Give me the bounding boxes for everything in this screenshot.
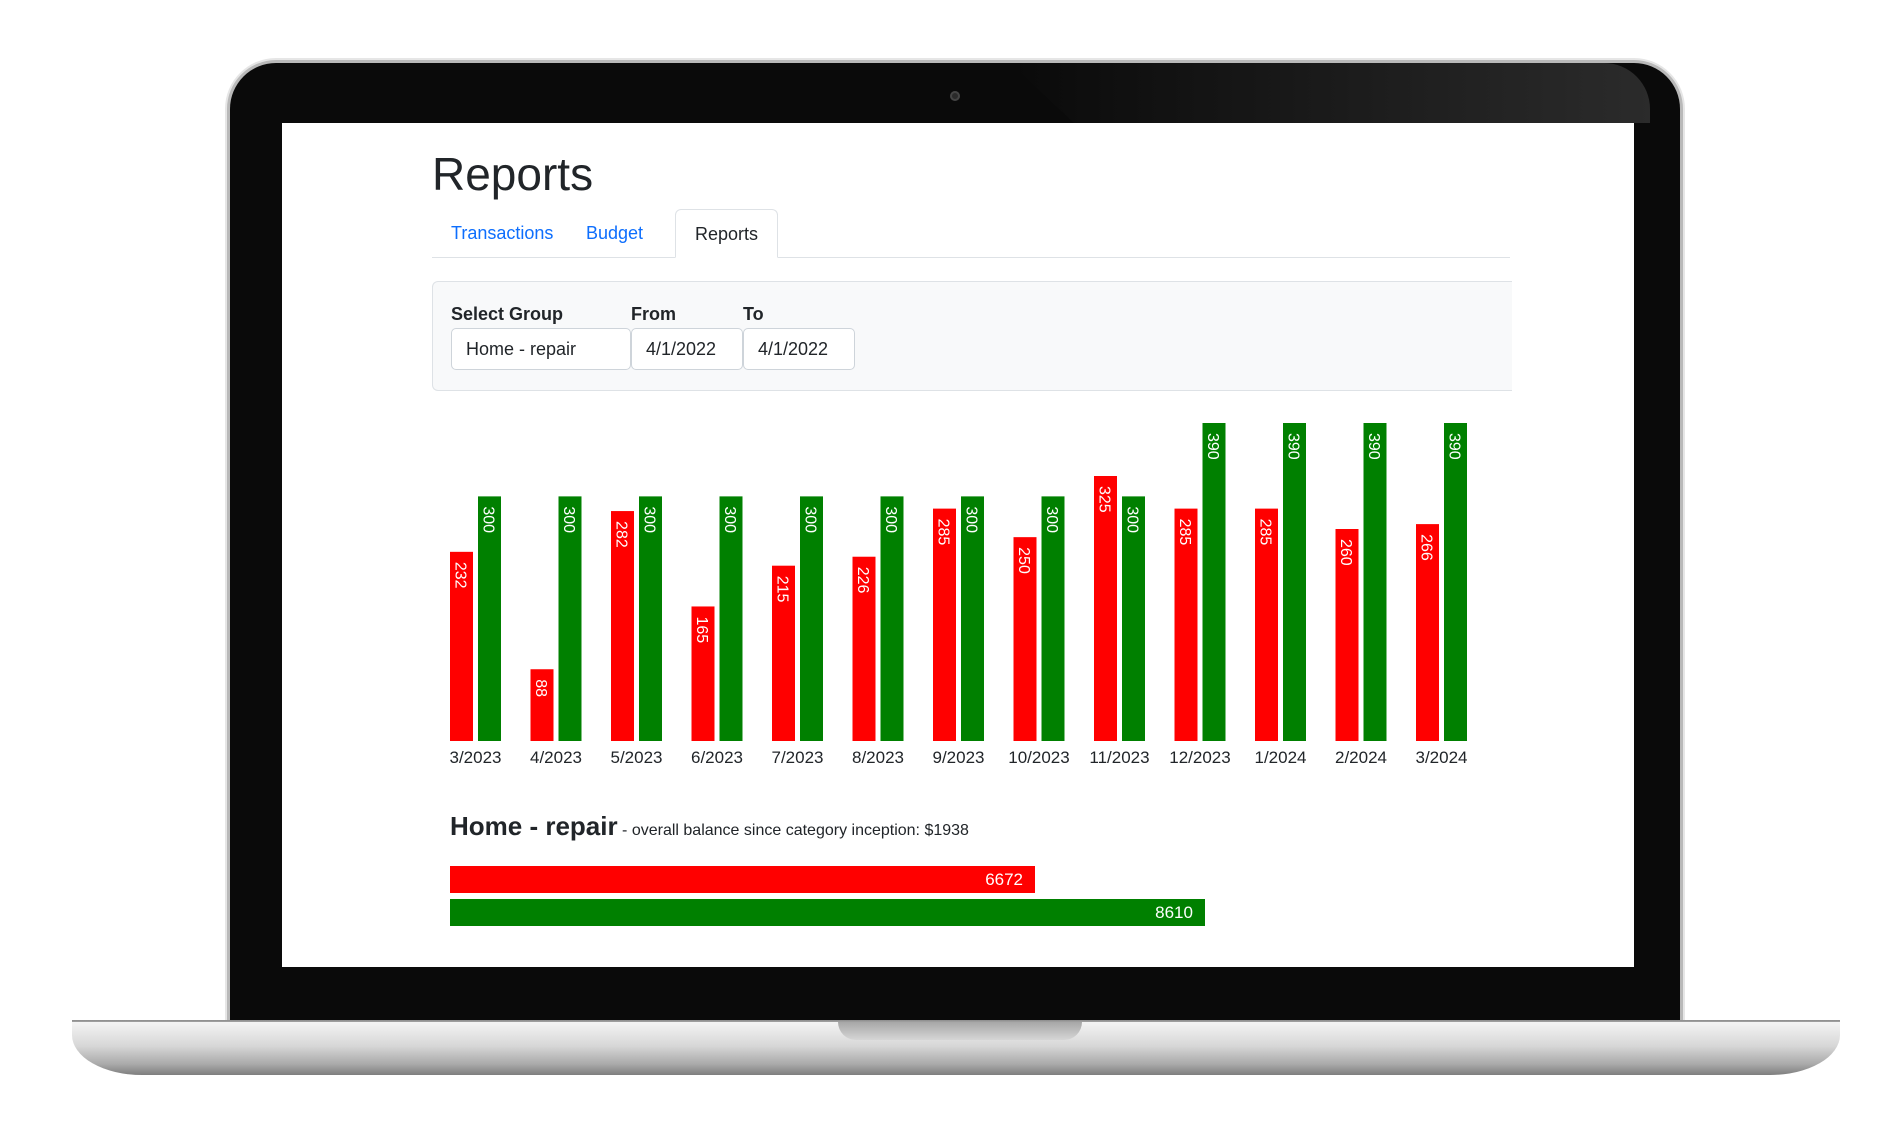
lid-reflection (1010, 63, 1650, 123)
tab-reports[interactable]: Reports (675, 209, 779, 258)
spent-label-3/2023: 232 (452, 562, 469, 589)
budget-label-5/2023: 300 (641, 506, 658, 533)
x-tick-label: 12/2023 (1169, 748, 1230, 767)
spent-label-4/2023: 88 (532, 679, 549, 697)
budget-label-11/2023: 300 (1124, 506, 1141, 533)
spent-label-7/2023: 215 (774, 576, 791, 603)
to-date-input[interactable]: 4/1/2022 (743, 328, 855, 370)
page-title: Reports (432, 148, 594, 200)
x-tick-label: 11/2023 (1089, 748, 1149, 767)
budget-bar-12/2023 (1202, 423, 1226, 741)
from-label: From (631, 304, 676, 324)
camera-icon (950, 91, 960, 101)
summary-balance-text: - overall balance since category incepti… (617, 822, 969, 839)
tab-budget[interactable]: Budget (567, 209, 662, 257)
x-tick-label: 3/2024 (1416, 748, 1468, 767)
spent-total-bar: 6672 (450, 866, 1036, 893)
spent-label-5/2023: 282 (613, 521, 630, 548)
tab-transactions[interactable]: Transactions (432, 209, 572, 257)
spent-label-3/2024: 266 (1418, 534, 1435, 561)
summary-group-name: Home - repair (450, 811, 618, 841)
spent-label-8/2023: 226 (854, 567, 871, 594)
spent-label-1/2024: 285 (1257, 519, 1274, 546)
x-tick-label: 6/2023 (691, 748, 743, 767)
nav-tabs: Transactions Budget Reports (432, 209, 1510, 258)
budget-label-9/2023: 300 (963, 506, 980, 533)
budget-label-2/2024: 390 (1365, 433, 1382, 460)
spent-label-6/2023: 165 (693, 616, 710, 643)
x-tick-label: 3/2023 (450, 748, 502, 767)
budget-label-4/2023: 300 (560, 506, 577, 533)
budget-total-bar: 8610 (450, 899, 1205, 926)
budget-label-1/2024: 390 (1285, 433, 1302, 460)
x-tick-label: 10/2023 (1008, 748, 1069, 767)
spent-label-10/2023: 250 (1015, 547, 1032, 574)
spent-label-11/2023: 325 (1096, 486, 1113, 513)
x-tick-label: 7/2023 (772, 748, 824, 767)
budget-bar-1/2024 (1283, 423, 1306, 741)
x-tick-label: 9/2023 (933, 748, 985, 767)
group-label: Select Group (451, 304, 564, 324)
x-tick-label: 4/2023 (530, 748, 582, 767)
main-content: Reports Transactions Budget Reports Sele… (432, 123, 1512, 967)
from-date-input[interactable]: 4/1/2022 (631, 328, 743, 370)
budget-label-7/2023: 300 (802, 506, 819, 533)
budget-label-3/2023: 300 (480, 506, 497, 533)
budget-label-3/2024: 390 (1446, 433, 1463, 460)
budget-label-6/2023: 300 (721, 506, 738, 533)
budget-label-8/2023: 300 (882, 506, 899, 533)
x-tick-label: 1/2024 (1255, 748, 1307, 767)
budget-label-12/2023: 390 (1204, 433, 1221, 460)
budget-label-10/2023: 300 (1043, 506, 1060, 533)
x-tick-label: 5/2023 (611, 748, 663, 767)
spent-label-12/2023: 285 (1176, 519, 1193, 546)
x-tick-label: 8/2023 (852, 748, 904, 767)
group-select[interactable]: Home - repair (451, 328, 631, 370)
laptop-notch (838, 1022, 1082, 1040)
monthly-bar-chart: 232 300 3/2023 88 300 4/2023 282 300 5/2023 165 30… (450, 423, 1468, 767)
budget-bar-3/2024 (1444, 423, 1467, 741)
balance-summary: Home - repair - overall balance since ca… (450, 811, 969, 842)
spent-label-2/2024: 260 (1337, 539, 1354, 566)
x-tick-label: 2/2024 (1335, 748, 1387, 767)
budget-bar-2/2024 (1363, 423, 1387, 741)
spent-bar-11/2023 (1094, 476, 1117, 741)
filter-panel: Select Group Home - repair From 4/1/2022… (432, 281, 1512, 391)
spent-label-9/2023: 285 (935, 519, 952, 546)
to-label: To (743, 304, 764, 324)
app-screen: Reports Transactions Budget Reports Sele… (282, 123, 1634, 967)
